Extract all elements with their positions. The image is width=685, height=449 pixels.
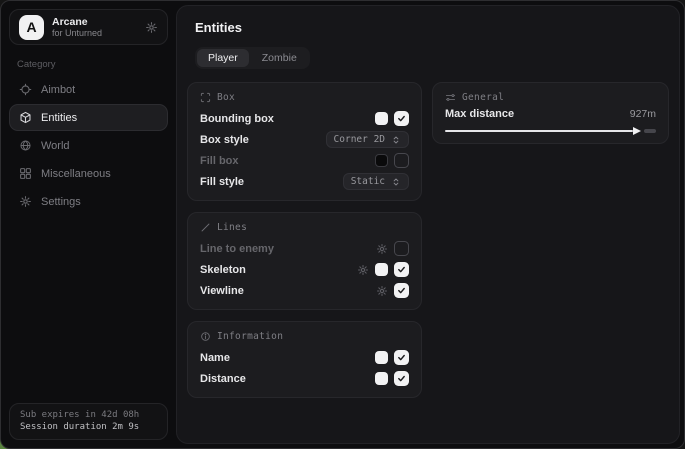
chevrons-up-down-icon: [391, 135, 401, 145]
color-swatch[interactable]: [375, 154, 388, 167]
cube-icon: [19, 111, 32, 124]
lines-card-title: Lines: [217, 222, 247, 233]
setting-label: Skeleton: [200, 264, 246, 276]
slider-fill: [445, 130, 633, 132]
category-label: Category: [17, 59, 176, 70]
sidebar-item-label: Aimbot: [41, 84, 75, 96]
sidebar-item-label: Settings: [41, 196, 81, 208]
setting-label: Viewline: [200, 285, 244, 297]
slash-icon: [200, 222, 211, 233]
row-settings-gear-icon[interactable]: [357, 264, 369, 276]
checkbox-checked[interactable]: [394, 111, 409, 126]
setting-row-line-to-enemy: Line to enemy: [200, 238, 409, 259]
settings-columns: Box Bounding box Box style: [187, 82, 669, 398]
subscription-card: Sub expires in 42d 08h Session duration …: [9, 403, 168, 440]
app-settings-icon[interactable]: [145, 21, 158, 34]
box-style-dropdown[interactable]: Corner 2D: [326, 131, 409, 148]
right-column: General Max distance 927m: [432, 82, 669, 144]
setting-label: Line to enemy: [200, 243, 274, 255]
app-subtitle: for Unturned: [52, 28, 137, 38]
box-card-header: Box: [200, 92, 409, 103]
checkbox-checked[interactable]: [394, 371, 409, 386]
crosshair-icon: [19, 83, 32, 96]
lines-card: Lines Line to enemy: [187, 212, 422, 310]
sidebar-item-aimbot[interactable]: Aimbot: [9, 76, 168, 103]
setting-row-fill-style: Fill style Static: [200, 171, 409, 192]
information-card-title: Information: [217, 331, 283, 342]
tab-player[interactable]: Player: [197, 49, 249, 67]
sidebar-nav: Aimbot Entities World: [1, 76, 176, 215]
setting-row-bounding-box: Bounding box: [200, 108, 409, 129]
slider-track-rest: [644, 129, 656, 133]
checkbox-checked[interactable]: [394, 262, 409, 277]
gear-icon: [19, 195, 32, 208]
box-card: Box Bounding box Box style: [187, 82, 422, 201]
dropdown-value: Corner 2D: [334, 134, 385, 145]
setting-row-name: Name: [200, 347, 409, 368]
setting-row-fill-box: Fill box: [200, 150, 409, 171]
setting-label: Box style: [200, 134, 249, 146]
main-panel: Entities Player Zombie Box: [176, 5, 680, 444]
sidebar-item-settings[interactable]: Settings: [9, 188, 168, 215]
setting-row-box-style: Box style Corner 2D: [200, 129, 409, 150]
sub-expiry-text: Sub expires in 42d 08h: [20, 410, 157, 420]
dropdown-value: Static: [351, 176, 385, 187]
scan-corners-icon: [200, 92, 211, 103]
session-duration-text: Session duration 2m 9s: [20, 422, 157, 432]
sidebar-item-label: World: [41, 140, 70, 152]
sidebar-item-label: Miscellaneous: [41, 168, 111, 180]
max-distance-row: Max distance 927m: [445, 108, 656, 120]
setting-label: Fill box: [200, 155, 239, 167]
information-card: Information Name Distance: [187, 321, 422, 398]
setting-label: Fill style: [200, 176, 244, 188]
setting-label: Distance: [200, 373, 246, 385]
setting-row-viewline: Viewline: [200, 280, 409, 301]
row-settings-gear-icon[interactable]: [376, 243, 388, 255]
app-meta: Arcane for Unturned: [52, 16, 137, 38]
sidebar-item-entities[interactable]: Entities: [9, 104, 168, 131]
app-name: Arcane: [52, 16, 137, 28]
color-swatch[interactable]: [375, 112, 388, 125]
globe-icon: [19, 139, 32, 152]
general-card-header: General: [445, 92, 656, 103]
sidebar-item-miscellaneous[interactable]: Miscellaneous: [9, 160, 168, 187]
sidebar-item-world[interactable]: World: [9, 132, 168, 159]
app-header-card: A Arcane for Unturned: [9, 9, 168, 45]
setting-label: Bounding box: [200, 113, 274, 125]
checkbox-checked[interactable]: [394, 283, 409, 298]
setting-row-distance: Distance: [200, 368, 409, 389]
information-card-header: Information: [200, 331, 409, 342]
color-swatch[interactable]: [375, 351, 388, 364]
max-distance-label: Max distance: [445, 108, 514, 120]
grid-icon: [19, 167, 32, 180]
tab-zombie[interactable]: Zombie: [251, 49, 308, 67]
slider-thumb[interactable]: [633, 127, 641, 135]
checkbox-unchecked[interactable]: [394, 153, 409, 168]
checkbox-checked[interactable]: [394, 350, 409, 365]
entity-tabs: Player Zombie: [195, 47, 310, 69]
app-logo: A: [19, 15, 44, 40]
color-swatch[interactable]: [375, 372, 388, 385]
row-settings-gear-icon[interactable]: [376, 285, 388, 297]
general-card: General Max distance 927m: [432, 82, 669, 144]
lines-card-header: Lines: [200, 222, 409, 233]
chevrons-up-down-icon: [391, 177, 401, 187]
sidebar: A Arcane for Unturned Category A: [1, 1, 176, 448]
setting-label: Name: [200, 352, 230, 364]
max-distance-value: 927m: [630, 108, 656, 120]
sliders-icon: [445, 92, 456, 103]
color-swatch[interactable]: [375, 263, 388, 276]
box-card-title: Box: [217, 92, 235, 103]
page-title: Entities: [195, 20, 669, 35]
sidebar-item-label: Entities: [41, 112, 77, 124]
checkbox-unchecked[interactable]: [394, 241, 409, 256]
fill-style-dropdown[interactable]: Static: [343, 173, 409, 190]
max-distance-slider[interactable]: [445, 126, 656, 135]
info-icon: [200, 331, 211, 342]
general-card-title: General: [462, 92, 504, 103]
setting-row-skeleton: Skeleton: [200, 259, 409, 280]
left-column: Box Bounding box Box style: [187, 82, 422, 398]
arcane-window: A Arcane for Unturned Category A: [0, 0, 685, 449]
